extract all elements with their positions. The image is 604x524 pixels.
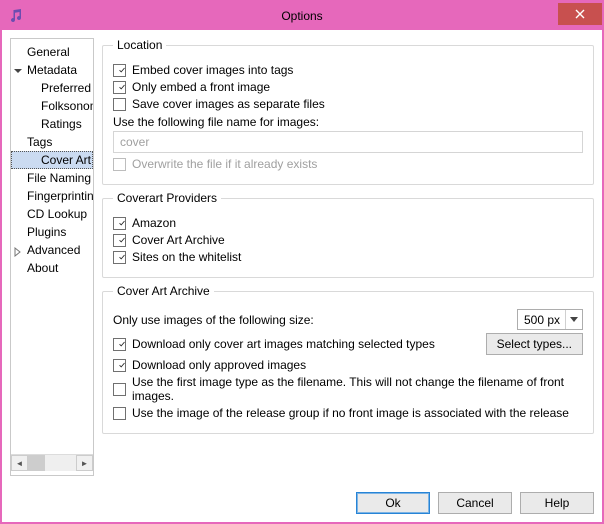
dialog-buttons: Ok Cancel Help — [2, 484, 602, 522]
tree-item-cover-art[interactable]: Cover Art — [11, 151, 93, 169]
amazon-checkbox[interactable] — [113, 217, 126, 230]
scroll-thumb[interactable] — [28, 455, 45, 471]
first-filename-checkbox[interactable] — [113, 383, 126, 396]
embed-label: Embed cover images into tags — [132, 63, 293, 77]
tree-item-preferred[interactable]: Preferred Releases — [11, 79, 93, 97]
tree-item-cd-lookup[interactable]: CD Lookup — [11, 205, 93, 223]
tree-item-ratings[interactable]: Ratings — [11, 115, 93, 133]
titlebar[interactable]: Options — [2, 2, 602, 30]
caa-checkbox[interactable] — [113, 234, 126, 247]
chevron-down-icon — [565, 310, 582, 329]
options-dialog: Options General Metadata Preferred Relea… — [0, 0, 604, 524]
scroll-right-icon[interactable]: ► — [76, 455, 93, 471]
download-types-checkbox[interactable] — [113, 338, 126, 351]
watermark-text: APPNEE.COM — [11, 346, 13, 432]
first-filename-label: Use the first image type as the filename… — [132, 375, 583, 403]
save-separate-checkbox[interactable] — [113, 98, 126, 111]
tree-item-about[interactable]: About — [11, 259, 93, 277]
tree-item-plugins[interactable]: Plugins — [11, 223, 93, 241]
whitelist-checkbox[interactable] — [113, 251, 126, 264]
approved-checkbox[interactable] — [113, 359, 126, 372]
scroll-track[interactable] — [28, 455, 76, 471]
caret-down-icon[interactable] — [13, 64, 23, 74]
location-legend: Location — [113, 38, 166, 52]
tree-list: General Metadata Preferred Releases Folk… — [11, 43, 93, 454]
tree-item-advanced[interactable]: Advanced — [11, 241, 93, 259]
cancel-button[interactable]: Cancel — [438, 492, 512, 514]
tree-item-fingerprinting[interactable]: Fingerprinting — [11, 187, 93, 205]
archive-group: Cover Art Archive Only use images of the… — [102, 284, 594, 434]
scroll-left-icon[interactable]: ◄ — [11, 455, 28, 471]
whitelist-label: Sites on the whitelist — [132, 250, 241, 264]
overwrite-label: Overwrite the file if it already exists — [132, 157, 317, 171]
close-button[interactable] — [558, 3, 602, 25]
tree-item-folksonomy[interactable]: Folksonomy Tags — [11, 97, 93, 115]
location-group: Location Embed cover images into tags On… — [102, 38, 594, 185]
download-types-label: Download only cover art images matching … — [132, 337, 435, 351]
tree-item-metadata[interactable]: Metadata — [11, 61, 93, 79]
ok-button[interactable]: Ok — [356, 492, 430, 514]
tree-item-tags[interactable]: Tags — [11, 133, 93, 151]
archive-legend: Cover Art Archive — [113, 284, 214, 298]
approved-label: Download only approved images — [132, 358, 306, 372]
embed-checkbox[interactable] — [113, 64, 126, 77]
amazon-label: Amazon — [132, 216, 176, 230]
size-value: 500 px — [524, 313, 560, 327]
content-area: General Metadata Preferred Releases Folk… — [2, 30, 602, 484]
providers-group: Coverart Providers Amazon Cover Art Arch… — [102, 191, 594, 278]
filename-note: Use the following file name for images: — [113, 115, 583, 129]
tree-hscrollbar[interactable]: ◄ ► — [11, 454, 93, 471]
settings-panel: Location Embed cover images into tags On… — [102, 38, 594, 476]
caa-label: Cover Art Archive — [132, 233, 225, 247]
save-separate-label: Save cover images as separate files — [132, 97, 325, 111]
only-front-label: Only embed a front image — [132, 80, 270, 94]
providers-legend: Coverart Providers — [113, 191, 221, 205]
tree-item-general[interactable]: General — [11, 43, 93, 61]
only-front-checkbox[interactable] — [113, 81, 126, 94]
app-icon — [8, 8, 24, 24]
overwrite-checkbox — [113, 158, 126, 171]
tree-item-file-naming[interactable]: File Naming — [11, 169, 93, 187]
size-label: Only use images of the following size: — [113, 313, 314, 327]
filename-input[interactable]: cover — [113, 131, 583, 153]
category-tree: General Metadata Preferred Releases Folk… — [10, 38, 94, 476]
size-select[interactable]: 500 px — [517, 309, 583, 330]
caret-right-icon[interactable] — [13, 244, 23, 254]
release-group-label: Use the image of the release group if no… — [132, 406, 569, 420]
select-types-button[interactable]: Select types... — [486, 333, 583, 355]
release-group-checkbox[interactable] — [113, 407, 126, 420]
window-title: Options — [2, 9, 602, 23]
help-button[interactable]: Help — [520, 492, 594, 514]
